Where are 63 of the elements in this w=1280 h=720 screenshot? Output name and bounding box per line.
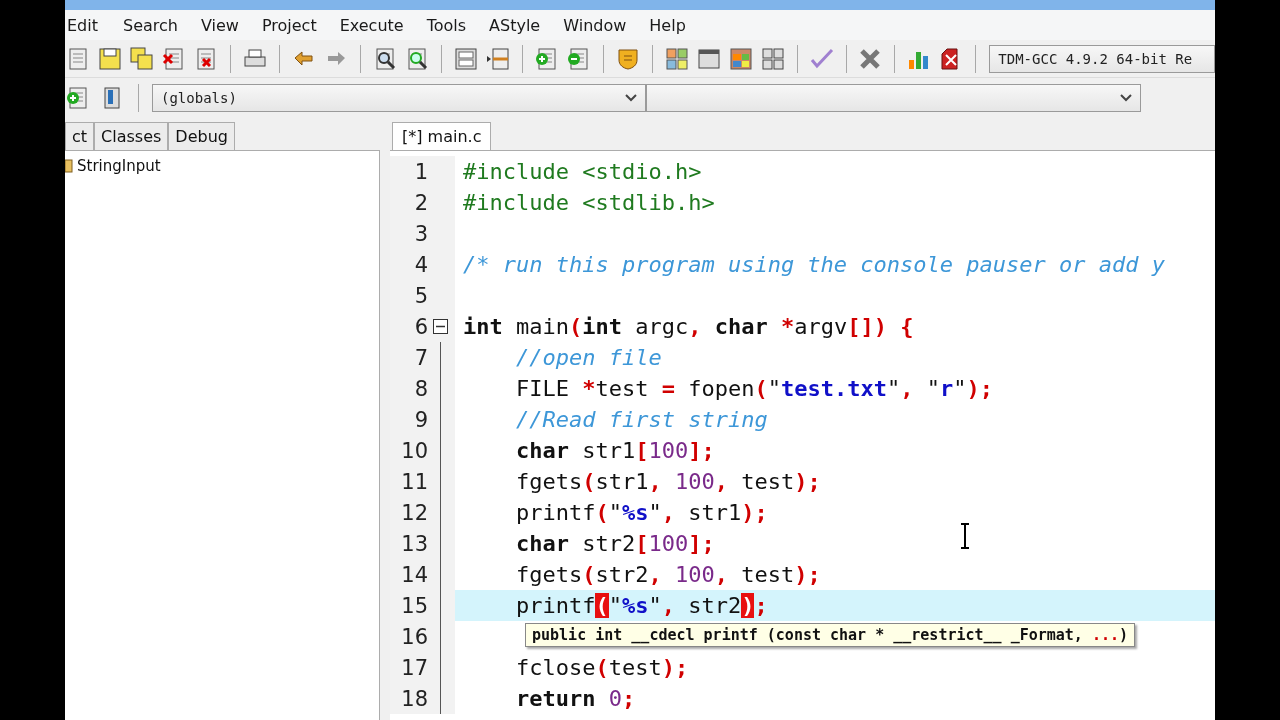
code-line: char str2[100]; (514, 530, 715, 558)
signature-tooltip: public int __cdecl printf (const char * __restrict__ _Format, ...) (525, 623, 1136, 647)
line-number: 8 (413, 376, 428, 401)
fold-toggle-icon[interactable] (433, 319, 448, 334)
line-number: 3 (413, 221, 428, 246)
line-number: 5 (413, 283, 428, 308)
code-line: #include <stdio.h> (462, 158, 702, 186)
menu-item[interactable]: Window (563, 15, 638, 35)
menu-item[interactable]: Help (649, 15, 697, 35)
save-icon[interactable] (97, 45, 123, 72)
line-number: 9 (413, 407, 428, 432)
chevron-down-icon (1120, 94, 1132, 102)
line-number: 4 (413, 252, 428, 277)
code-editor[interactable] (390, 150, 1215, 720)
text-cursor-icon (960, 523, 970, 549)
menu-item[interactable]: View (200, 15, 250, 35)
code-line: char str1[100]; (514, 437, 715, 465)
code-line: /* run this program using the console pauser or add y (462, 251, 1165, 279)
code-line: int main(int argc, char *argv[]) { (462, 313, 914, 341)
menu-item[interactable]: AStyle (489, 15, 552, 35)
line-number: 10 (400, 438, 428, 463)
menu-item[interactable]: Project (261, 15, 328, 35)
code-line: fgets(str2, 100, test); (514, 561, 821, 589)
chevron-down-icon (625, 94, 637, 102)
scope-select[interactable]: (globals) (152, 84, 646, 112)
code-line: fclose(test); (514, 654, 689, 682)
line-number: 18 (400, 686, 428, 711)
code-line: return 0; (514, 685, 636, 713)
line-number: 15 (400, 593, 428, 618)
tree-item[interactable]: StringInput (77, 157, 161, 175)
code-line: //Read first string (514, 406, 768, 434)
line-number: 14 (400, 562, 428, 587)
menu-item[interactable]: Tools (426, 15, 478, 35)
compiler-select[interactable]: TDM-GCC 4.9.2 64-bit Re (989, 44, 1215, 73)
file-tab[interactable]: [*] main.c (392, 122, 492, 150)
code-line: fgets(str1, 100, test); (514, 468, 821, 496)
line-number: 1 (413, 159, 428, 184)
tiles-icon[interactable] (727, 45, 754, 72)
folder-icon (65, 158, 73, 174)
line-number: 12 (400, 500, 428, 525)
line-number: 16 (400, 624, 428, 649)
menu-item[interactable]: Edit (67, 15, 109, 35)
code-line: printf("%s", str1); (514, 499, 768, 527)
line-number: 6 (413, 314, 428, 339)
line-number: 17 (400, 655, 428, 680)
menu-item[interactable]: Execute (339, 15, 415, 35)
panel-tab[interactable]: Debug (168, 122, 235, 150)
save-all-icon[interactable] (129, 45, 155, 72)
code-line: #include <stdlib.h> (462, 189, 715, 217)
split-icon[interactable] (484, 45, 511, 72)
line-number: 2 (413, 190, 428, 215)
function-select[interactable] (646, 84, 1141, 112)
grid-icon[interactable] (759, 45, 786, 72)
line-number: 13 (400, 531, 428, 556)
code-line: //open file (514, 344, 662, 372)
grid-icon[interactable] (663, 45, 690, 72)
menu-item[interactable]: Search (123, 15, 189, 35)
code-line: FILE *test = fopen("test.txt", "r"); (514, 375, 993, 403)
panel-tab[interactable]: ct (65, 122, 95, 150)
line-number: 11 (400, 469, 428, 494)
panel-tab[interactable]: Classes (94, 122, 169, 150)
window-icon[interactable] (452, 45, 479, 72)
line-number: 7 (413, 345, 428, 370)
